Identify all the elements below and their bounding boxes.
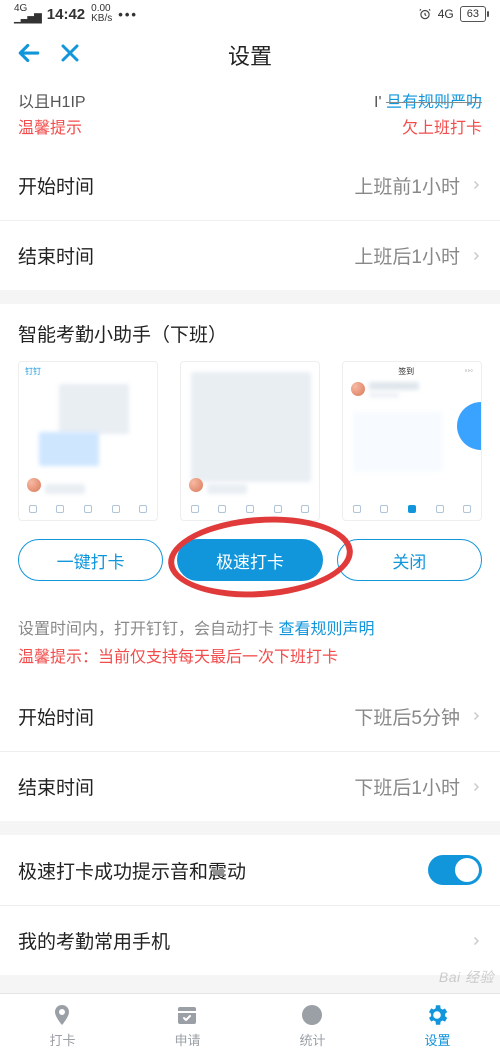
alarm-icon [418, 7, 432, 21]
preview-card [180, 361, 320, 521]
row-label: 开始时间 [18, 172, 94, 199]
status-kbs: 0.00 KB/s [91, 4, 112, 24]
row-label: 开始时间 [18, 703, 94, 730]
mode-fast[interactable]: 极速打卡 [177, 539, 322, 581]
chevron-right-icon [470, 777, 482, 797]
partial-text-right: I' 旦有规则严叻 [374, 88, 482, 112]
row-off-start[interactable]: 开始时间 下班后5分钟 [0, 681, 500, 751]
warm-tip-2: 温馨提示：当前仅支持每天最后一次下班打卡 [0, 641, 500, 681]
assistant-title: 智能考勤小助手（下班） [18, 320, 482, 347]
status-bar: 4G ▁▃▅▇ 14:42 0.00 KB/s ••• 4G 63 [0, 0, 500, 28]
calendar-check-icon [174, 1002, 200, 1028]
row-start-time[interactable]: 开始时间 上班前1小时 [0, 150, 500, 220]
assistant-desc: 设置时间内，打开钉钉，会自动打卡 查看规则声明 温馨提示：当前仅支持每天最后一次… [0, 601, 500, 681]
tab-label: 申请 [174, 1030, 200, 1049]
chevron-right-icon [470, 175, 482, 195]
tab-stats[interactable]: 统计 [299, 1002, 325, 1049]
status-more-dots: ••• [118, 7, 138, 22]
chevron-right-icon [470, 246, 482, 266]
toggle-sound-vibrate[interactable] [428, 855, 482, 885]
back-button[interactable] [14, 38, 44, 73]
row-value: 下班后1小时 [354, 773, 460, 800]
preview-row: 钉钉 ◦◦◦ 签到 [18, 361, 482, 521]
watermark: Bai 经验 [439, 967, 494, 987]
status-bar-left: 4G ▁▃▅▇ 14:42 0.00 KB/s ••• [14, 4, 138, 24]
row-off-end[interactable]: 结束时间 下班后1小时 [0, 751, 500, 821]
mode-off[interactable]: 关闭 [337, 539, 482, 581]
tab-settings[interactable]: 设置 [424, 1002, 450, 1049]
section-off-times: 开始时间 下班后5分钟 结束时间 下班后1小时 [0, 681, 500, 821]
section-top-partial: 以且H1IP I' 旦有规则严叻 温馨提示 欠上班打卡 [0, 82, 500, 150]
close-icon [58, 41, 82, 65]
row-sound-vibrate[interactable]: 极速打卡成功提示音和震动 [0, 835, 500, 905]
rule-link[interactable]: 查看规则声明 [278, 621, 374, 638]
signal-icon: 4G ▁▃▅▇ [14, 4, 41, 24]
preview-card: ◦◦◦ 签到 [342, 361, 482, 521]
chevron-right-icon [470, 931, 482, 951]
arrow-left-icon [14, 38, 44, 68]
row-my-phone[interactable]: 我的考勤常用手机 [0, 905, 500, 975]
close-button[interactable] [58, 41, 82, 70]
tab-checkin[interactable]: 打卡 [49, 1002, 75, 1049]
section-other-settings: 极速打卡成功提示音和震动 我的考勤常用手机 [0, 835, 500, 975]
row-value: 上班后1小时 [354, 242, 460, 269]
row-value: 下班后5分钟 [354, 703, 460, 730]
tab-apply[interactable]: 申请 [174, 1002, 200, 1049]
map-pin-icon [49, 1002, 75, 1028]
row-end-time[interactable]: 结束时间 上班后1小时 [0, 220, 500, 290]
preview-card: 钉钉 [18, 361, 158, 521]
status-time: 14:42 [47, 6, 85, 23]
partial-text-left: 以且H1IP [18, 88, 86, 112]
tab-label: 设置 [424, 1030, 450, 1049]
obscured-region [86, 117, 398, 135]
assistant-section: 智能考勤小助手（下班） 钉钉 ◦◦◦ 签到 [0, 304, 500, 601]
status-bar-right: 4G 63 [418, 6, 486, 22]
row-label: 结束时间 [18, 242, 94, 269]
warm-tip-1: 温馨提示 欠上班打卡 [0, 114, 500, 150]
assistant-desc-text: 设置时间内，打开钉钉，会自动打卡 查看规则声明 [0, 601, 500, 641]
bottom-tab-bar: 打卡 申请 统计 设置 [0, 993, 500, 1057]
tab-label: 打卡 [49, 1030, 75, 1049]
row-label: 极速打卡成功提示音和震动 [18, 857, 246, 884]
pie-chart-icon [299, 1002, 325, 1028]
nav-bar: 设置 [0, 28, 500, 82]
rule-link-struck[interactable]: 旦有规则严叻 [386, 94, 482, 111]
row-label: 结束时间 [18, 773, 94, 800]
chevron-right-icon [470, 706, 482, 726]
status-network: 4G [438, 7, 454, 21]
mode-button-row: 一键打卡 极速打卡 关闭 [18, 539, 482, 581]
section-work-start-times: 开始时间 上班前1小时 结束时间 上班后1小时 [0, 150, 500, 290]
battery-icon: 63 [460, 6, 486, 22]
row-value: 上班前1小时 [354, 172, 460, 199]
obscured-region [135, 91, 325, 109]
tab-label: 统计 [299, 1030, 325, 1049]
row-label: 我的考勤常用手机 [18, 927, 170, 954]
mode-one-click[interactable]: 一键打卡 [18, 539, 163, 581]
gear-icon [424, 1002, 450, 1028]
